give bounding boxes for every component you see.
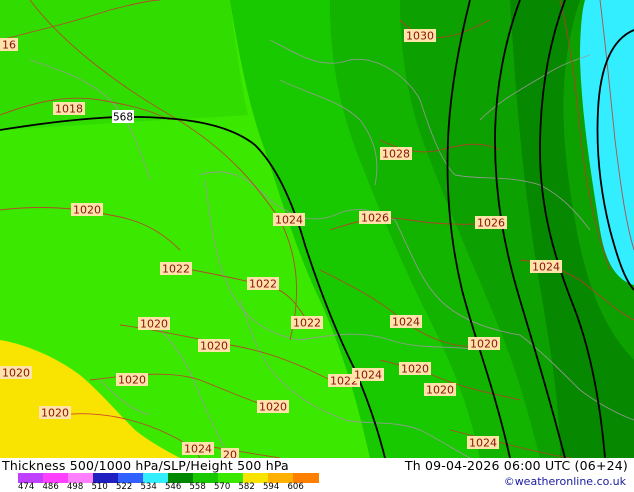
pressure-label: 1020 — [73, 204, 101, 217]
pressure-label: 16 — [2, 39, 16, 52]
legend-tick-label: 498 — [67, 482, 84, 492]
legend-tick-label: 522 — [116, 482, 133, 492]
legend-tick-label: 570 — [214, 482, 231, 492]
contour-568-text: 568 — [113, 112, 133, 124]
legend-ticks: 474 486 498 510 522 534 546 558 570 582 594 606 — [18, 482, 338, 492]
credit-link[interactable]: ©weatheronline.co.uk — [504, 475, 626, 488]
pressure-label: 1024 — [532, 261, 560, 274]
pressure-label: 1020 — [140, 318, 168, 331]
weather-map: 568 16 1030 1018 1028 1020 1024 1026 1026 1022 10… — [0, 0, 634, 458]
pressure-label: 1020 — [2, 367, 30, 380]
pressure-label: 1024 — [469, 437, 497, 450]
map-title: Thickness 500/1000 hPa/SLP/Height 500 hP… — [2, 458, 289, 473]
legend-tick-label: 510 — [91, 482, 108, 492]
legend-tick-label: 606 — [287, 482, 304, 492]
pressure-label: 1022 — [162, 263, 190, 276]
pressure-label: 1024 — [184, 443, 212, 456]
legend-tick-label: 546 — [165, 482, 182, 492]
legend-tick-label: 534 — [140, 482, 157, 492]
pressure-label: 1020 — [426, 384, 454, 397]
legend-tick-label: 474 — [18, 482, 35, 492]
pressure-label: 1022 — [293, 317, 321, 330]
pressure-label: 1020 — [401, 363, 429, 376]
contour-568-label: 568 — [112, 110, 134, 124]
pressure-label: 1020 — [200, 340, 228, 353]
pressure-label: 1026 — [477, 217, 505, 230]
pressure-label: 1022 — [249, 278, 277, 291]
pressure-label: 1024 — [354, 369, 382, 382]
pressure-label: 1030 — [406, 30, 434, 43]
pressure-label: 1028 — [382, 148, 410, 161]
pressure-label: 1020 — [41, 407, 69, 420]
valid-time: Th 09-04-2026 06:00 UTC (06+24) — [404, 458, 628, 473]
pressure-label: 1024 — [392, 316, 420, 329]
legend-tick-label: 558 — [189, 482, 206, 492]
pressure-label: 1026 — [361, 212, 389, 225]
pressure-label: 1020 — [118, 374, 146, 387]
map-footer: Thickness 500/1000 hPa/SLP/Height 500 hP… — [0, 458, 634, 492]
pressure-label: 1024 — [275, 214, 303, 227]
legend-tick-label: 594 — [263, 482, 280, 492]
pressure-label: 1020 — [259, 401, 287, 414]
pressure-label: 20 — [223, 449, 237, 459]
pressure-label: 1018 — [55, 103, 83, 116]
legend-tick-label: 486 — [42, 482, 59, 492]
legend-tick-label: 582 — [238, 482, 255, 492]
pressure-label: 1020 — [470, 338, 498, 351]
